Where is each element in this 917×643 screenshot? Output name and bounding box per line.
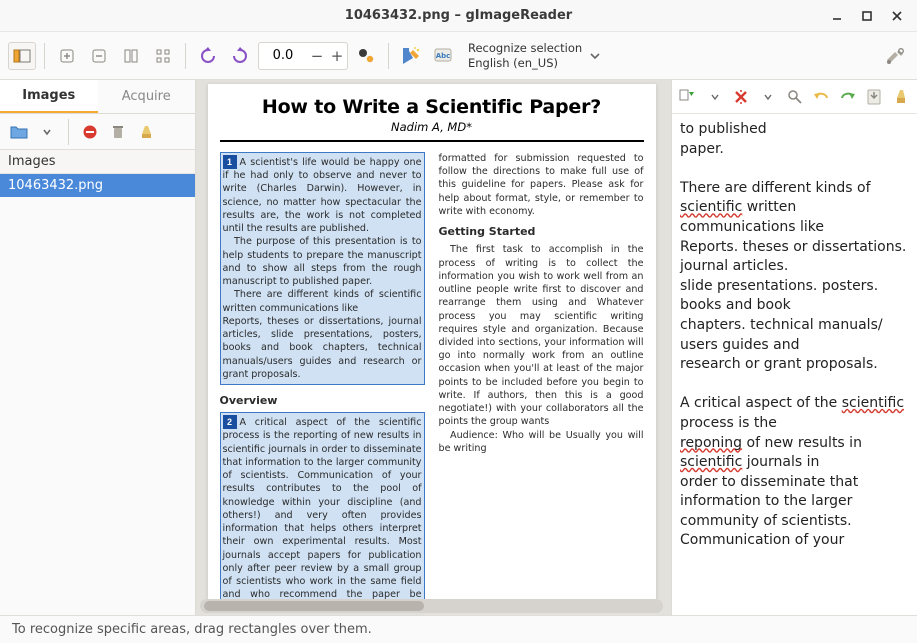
zoom-orig-button[interactable] — [149, 42, 177, 70]
recognize-selection-button[interactable]: Recognize selection English (en_US) — [461, 38, 609, 74]
list-item[interactable]: 10463432.png — [0, 174, 195, 197]
zoom-in-button[interactable] — [53, 42, 81, 70]
rotation-input[interactable] — [259, 44, 307, 68]
spell-error: scientific — [680, 454, 742, 470]
titlebar: 10463432.png – gImageReader — [0, 0, 917, 32]
redo-icon[interactable] — [837, 86, 858, 108]
window-controls — [823, 0, 911, 31]
insert-mode-icon[interactable] — [678, 86, 699, 108]
doc-col-left: 1A scientist's life would be happy one i… — [220, 152, 425, 599]
separator — [185, 43, 186, 69]
open-menu-icon[interactable] — [36, 121, 58, 143]
tab-acquire[interactable]: Acquire — [98, 80, 196, 113]
status-bar: To recognize specific areas, drag rectan… — [0, 615, 917, 643]
doc-title: How to Write a Scientific Paper? — [220, 96, 644, 118]
delete-icon[interactable] — [107, 121, 129, 143]
lang-icon[interactable]: Abc — [429, 42, 457, 70]
rotate-left-button[interactable] — [194, 42, 222, 70]
getting-started-heading: Getting Started — [439, 224, 644, 239]
tab-images[interactable]: Images — [0, 80, 98, 113]
doc-col-right: formatted for submission requested to fo… — [439, 152, 644, 599]
spinner-down[interactable]: − — [307, 43, 327, 69]
find-replace-icon[interactable] — [784, 86, 805, 108]
status-text: To recognize specific areas, drag rectan… — [12, 622, 372, 637]
rotate-right-button[interactable] — [226, 42, 254, 70]
left-tabs: Images Acquire — [0, 80, 195, 114]
separator — [68, 119, 69, 145]
output-toolbar — [672, 80, 917, 114]
settings-button[interactable] — [881, 42, 909, 70]
ocr-output[interactable]: to published paper. There are different … — [672, 114, 917, 615]
scrollbar-thumb[interactable] — [204, 601, 424, 611]
separator — [388, 43, 389, 69]
minimize-button[interactable] — [823, 4, 851, 28]
undo-icon[interactable] — [811, 86, 832, 108]
zoom-out-button[interactable] — [85, 42, 113, 70]
doc-scroll[interactable]: How to Write a Scientific Paper? Nadim A… — [196, 80, 671, 599]
maximize-button[interactable] — [853, 4, 881, 28]
spinner-up[interactable]: + — [327, 43, 347, 69]
toggle-panel-button[interactable] — [8, 42, 36, 70]
autodetect-button[interactable] — [352, 42, 380, 70]
save-icon[interactable] — [864, 86, 885, 108]
selection-badge: 2 — [223, 415, 237, 429]
rotation-spinner[interactable]: − + — [258, 42, 348, 70]
document-page[interactable]: How to Write a Scientific Paper? Nadim A… — [208, 84, 656, 599]
images-header: Images — [0, 150, 195, 174]
spell-error: scientific — [680, 199, 742, 215]
recognize-label: Recognize selection English (en_US) — [468, 41, 582, 70]
images-toolbar — [0, 114, 195, 150]
broom-icon[interactable] — [891, 86, 912, 108]
svg-text:Abc: Abc — [436, 52, 451, 60]
output-panel: to published paper. There are different … — [671, 80, 917, 615]
strip-lines-icon[interactable] — [731, 86, 752, 108]
recognize-icon[interactable] — [397, 42, 425, 70]
content-area: Images Acquire Images 10463432.png How t… — [0, 80, 917, 615]
recognize-line1: Recognize selection — [468, 41, 582, 55]
doc-rule — [220, 140, 644, 142]
window-title: 10463432.png – gImageReader — [345, 8, 572, 23]
overview-heading: Overview — [220, 393, 425, 408]
open-icon[interactable] — [8, 121, 30, 143]
clear-icon[interactable] — [135, 121, 157, 143]
main-toolbar: − + Abc Recognize selection English (en_… — [0, 32, 917, 80]
remove-icon[interactable] — [79, 121, 101, 143]
recognize-line2: English (en_US) — [468, 56, 582, 70]
chevron-down-icon — [588, 49, 602, 63]
selection-1[interactable]: 1A scientist's life would be happy one i… — [220, 152, 425, 385]
left-panel: Images Acquire Images 10463432.png — [0, 80, 196, 615]
spell-error: reponing — [680, 435, 742, 451]
doc-subtitle: Nadim A, MD* — [220, 120, 644, 134]
horizontal-scrollbar[interactable] — [200, 599, 663, 613]
separator — [44, 43, 45, 69]
doc-columns: 1A scientist's life would be happy one i… — [220, 152, 644, 599]
spell-error: scientific — [842, 395, 904, 411]
selection-badge: 1 — [223, 155, 237, 169]
strip-menu-icon[interactable] — [758, 86, 779, 108]
images-list: 10463432.png — [0, 174, 195, 615]
close-button[interactable] — [883, 4, 911, 28]
insert-menu-icon[interactable] — [705, 86, 726, 108]
document-viewer: How to Write a Scientific Paper? Nadim A… — [196, 80, 671, 615]
selection-2[interactable]: 2A critical aspect of the scientific pro… — [220, 412, 425, 599]
zoom-fit-button[interactable] — [117, 42, 145, 70]
